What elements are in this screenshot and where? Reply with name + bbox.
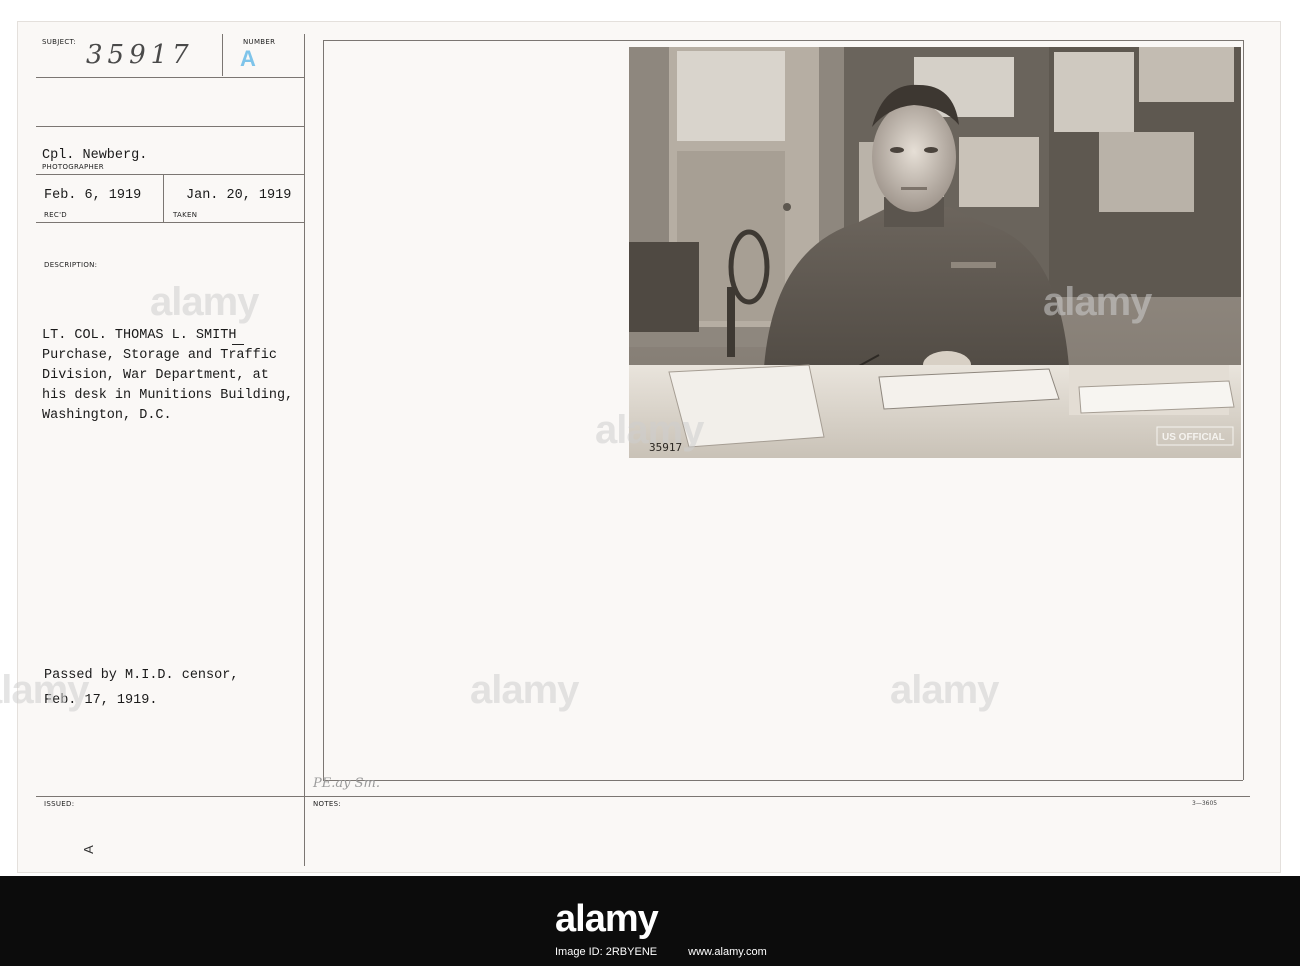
description-line: Purchase, Storage and Traffic [42, 348, 277, 363]
rule [36, 126, 304, 127]
description-line: his desk in Munitions Building, [42, 388, 294, 403]
alamy-logo: alamy [555, 898, 659, 940]
rule [163, 174, 164, 222]
received-label: REC'D [44, 211, 67, 219]
rule [222, 34, 223, 76]
stock-footer: alamy Image ID: 2RBYENE www.alamy.com [0, 876, 1300, 966]
rule [36, 77, 304, 78]
photograph-illustration: 35917 US OFFICIAL [629, 47, 1241, 458]
watermark: alamy [890, 668, 999, 712]
description-label: DESCRIPTION: [44, 261, 98, 269]
issued-label: ISSUED: [44, 800, 75, 808]
rule [1243, 40, 1244, 780]
image-id-text: Image ID: 2RBYENE [555, 946, 658, 958]
form-code: 3—3605 [1192, 800, 1218, 807]
received-date: Feb. 6, 1919 [44, 188, 142, 203]
rule [304, 34, 305, 866]
taken-label: TAKEN [173, 211, 198, 219]
notes-handwriting: PE.ay Sm. [313, 776, 380, 791]
description-line: Division, War Department, at [42, 368, 269, 383]
rule [323, 780, 1243, 781]
rule [36, 222, 304, 223]
site-url[interactable]: www.alamy.com [688, 946, 767, 958]
watermark: alamy [150, 280, 259, 324]
rule [36, 796, 1250, 797]
photographer-label: PHOTOGRAPHER [42, 163, 104, 171]
underline [232, 344, 244, 345]
rule [323, 40, 324, 780]
number-value: A [240, 46, 256, 71]
watermark: alamy [0, 668, 89, 712]
description-line: LT. COL. THOMAS L. SMITH [42, 328, 237, 343]
corner-mark: A [80, 845, 96, 854]
notes-label: NOTES: [313, 800, 342, 808]
watermark: alamy [470, 668, 579, 712]
photographer-name: Cpl. Newberg. [42, 148, 148, 163]
taken-date: Jan. 20, 1919 [186, 188, 292, 203]
number-label: NUMBER [243, 38, 276, 46]
archival-photograph: 35917 US OFFICIAL [629, 47, 1241, 458]
watermark: alamy [1043, 280, 1152, 324]
watermark: alamy [595, 408, 704, 452]
image-id: Image ID: 2RBYENE www.alamy.com [555, 946, 767, 958]
subject-number: 35917 [86, 40, 194, 70]
rule [323, 40, 1243, 41]
description-line: Washington, D.C. [42, 408, 172, 423]
subject-label: SUBJECT: [42, 38, 77, 46]
rule [36, 174, 304, 175]
us-official-stamp: US OFFICIAL [1162, 432, 1225, 443]
